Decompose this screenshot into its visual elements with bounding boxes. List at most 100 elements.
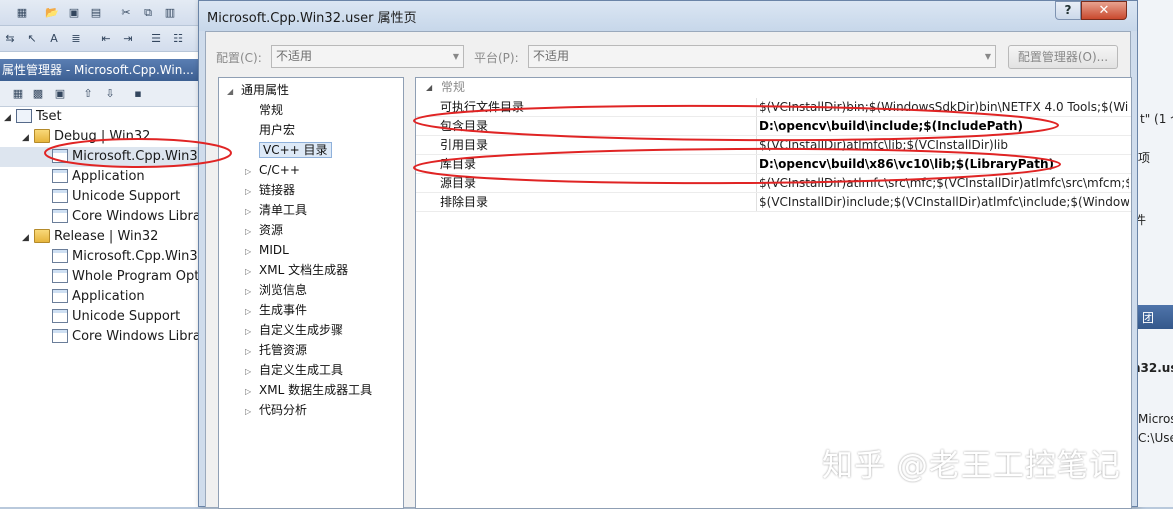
uncomment-icon[interactable]: ☷	[170, 31, 186, 47]
cut-icon[interactable]: ✂	[118, 5, 134, 21]
tree-item[interactable]: Application	[0, 287, 205, 307]
add-existing-sheet-icon[interactable]: ▩	[30, 86, 46, 102]
tree-item[interactable]: ◢ Release | Win32	[0, 227, 205, 247]
tree-item[interactable]: Unicode Support	[0, 307, 205, 327]
nav-item[interactable]: ▷ 代码分析	[245, 400, 307, 420]
nav-item[interactable]: ▷ 清单工具	[245, 200, 307, 220]
nav-item[interactable]: ▷ XML 文档生成器	[245, 260, 348, 280]
property-value[interactable]: D:\opencv\build\x86\vc10\lib;$(LibraryPa…	[759, 155, 1129, 173]
property-row[interactable]: 库目录 D:\opencv\build\x86\vc10\lib;$(Librar…	[416, 155, 1131, 174]
nav-item[interactable]: 用户宏	[245, 120, 295, 140]
collapsed-triangle-icon[interactable]: ▷	[245, 282, 259, 302]
background-tab[interactable]: 团	[1138, 305, 1173, 329]
platform-select[interactable]: 不适用 ▼	[528, 45, 996, 68]
outdent-icon[interactable]: ⇥	[120, 31, 136, 47]
format-icon[interactable]: ⇆	[2, 31, 18, 47]
collapsed-triangle-icon[interactable]: ▷	[245, 222, 259, 242]
tree-item[interactable]: ◢ Debug | Win32	[0, 127, 205, 147]
tree-item[interactable]: Core Windows Librar	[0, 327, 205, 347]
collapsed-triangle-icon[interactable]: ▷	[245, 262, 259, 282]
property-row[interactable]: 可执行文件目录 $(VCInstallDir)bin;$(WindowsSdkDi…	[416, 98, 1131, 117]
collapsed-triangle-icon[interactable]: ▷	[245, 182, 259, 202]
tree-item[interactable]: Core Windows Librar	[0, 207, 205, 227]
property-sheet-icon	[52, 308, 68, 323]
nav-item[interactable]: ▷ 托管资源	[245, 340, 307, 360]
property-value[interactable]: $(VCInstallDir)atlmfc\src\mfc;$(VCInstal…	[759, 174, 1129, 192]
collapsed-triangle-icon[interactable]: ▷	[245, 202, 259, 222]
background-text: n32.use	[1138, 361, 1173, 375]
property-name: 库目录	[440, 155, 757, 173]
new-item-icon[interactable]: ▦	[14, 5, 30, 21]
property-sheet-icon	[52, 188, 68, 203]
copy-icon[interactable]: ⧉	[140, 5, 156, 21]
project-icon	[16, 108, 32, 123]
tree-item[interactable]: Microsoft.Cpp.Win32.	[0, 147, 205, 167]
nav-item[interactable]: ▷ C/C++	[245, 160, 300, 180]
property-row[interactable]: 引用目录 $(VCInstallDir)atlmfc\lib;$(VCInstal…	[416, 136, 1131, 155]
list-icon[interactable]: ≣	[68, 31, 84, 47]
add-sheet-icon[interactable]: ▣	[52, 86, 68, 102]
configuration-select[interactable]: 不适用 ▼	[271, 45, 464, 68]
tree-item[interactable]: Microsoft.Cpp.Win32.	[0, 247, 205, 267]
background-text: C:\Use	[1138, 431, 1173, 445]
save-icon[interactable]: ▣	[66, 5, 82, 21]
collapsed-triangle-icon[interactable]: ▷	[245, 322, 259, 342]
property-value[interactable]: D:\opencv\build\include;$(IncludePath)	[759, 117, 1129, 135]
move-up-icon[interactable]: ⇧	[80, 86, 96, 102]
font-icon[interactable]: A	[46, 31, 62, 47]
property-row[interactable]: 排除目录 $(VCInstallDir)include;$(VCInstallDi…	[416, 193, 1131, 212]
expanded-triangle-icon[interactable]: ◢	[22, 128, 34, 148]
pointer-icon[interactable]: ↖	[24, 31, 40, 47]
nav-item[interactable]: ▷ 链接器	[245, 180, 295, 200]
collapsed-triangle-icon[interactable]: ▷	[245, 382, 259, 402]
property-value[interactable]: $(VCInstallDir)atlmfc\lib;$(VCInstallDir…	[759, 136, 1129, 154]
collapsed-triangle-icon[interactable]: ▷	[245, 242, 259, 262]
tree-item[interactable]: Whole Program Optir	[0, 267, 205, 287]
tree-item-label: Core Windows Librar	[72, 209, 205, 224]
paste-icon[interactable]: ▥	[162, 5, 178, 21]
tree-item[interactable]: ◢ Tset	[0, 107, 205, 127]
indent-icon[interactable]: ⇤	[98, 31, 114, 47]
property-value[interactable]: $(VCInstallDir)bin;$(WindowsSdkDir)bin\N…	[759, 98, 1129, 116]
nav-item[interactable]: 常规	[245, 100, 283, 120]
save-sheet-icon[interactable]: ▪	[130, 86, 146, 102]
move-down-icon[interactable]: ⇩	[102, 86, 118, 102]
tree-item[interactable]: Application	[0, 167, 205, 187]
open-folder-icon[interactable]: 📂	[44, 5, 60, 21]
dialog-titlebar[interactable]: Microsoft.Cpp.Win32.user 属性页 ? ✕	[199, 1, 1137, 31]
property-value[interactable]: $(VCInstallDir)include;$(VCInstallDir)at…	[759, 193, 1129, 211]
nav-item[interactable]: ▷ 浏览信息	[245, 280, 307, 300]
dialog-body: 配置(C): 不适用 ▼ 平台(P): 不适用 ▼ 配置管理器(O)... ◢ 通…	[205, 31, 1132, 509]
platform-value: 不适用	[533, 49, 570, 63]
collapsed-triangle-icon[interactable]: ▷	[245, 162, 259, 182]
collapsed-triangle-icon[interactable]: ▷	[245, 302, 259, 322]
help-button[interactable]: ?	[1055, 1, 1081, 20]
collapsed-triangle-icon[interactable]: ▷	[245, 402, 259, 422]
expanded-triangle-icon[interactable]: ◢	[4, 108, 16, 128]
property-row[interactable]: 源目录 $(VCInstallDir)atlmfc\src\mfc;$(VCIns…	[416, 174, 1131, 193]
collapsed-triangle-icon[interactable]: ▷	[245, 342, 259, 362]
nav-item[interactable]: ▷ 生成事件	[245, 300, 307, 320]
collapsed-triangle-icon[interactable]: ▷	[245, 362, 259, 382]
save-all-icon[interactable]: ▤	[88, 5, 104, 21]
nav-item[interactable]: ▷ 自定义生成工具	[245, 360, 343, 380]
nav-item-label: 托管资源	[259, 343, 308, 357]
tree-item[interactable]: Unicode Support	[0, 187, 205, 207]
nav-item[interactable]: ▷ MIDL	[245, 240, 289, 260]
close-button[interactable]: ✕	[1081, 1, 1127, 20]
nav-item[interactable]: VC++ 目录	[245, 140, 332, 160]
expanded-triangle-icon[interactable]: ◢	[22, 228, 34, 248]
configuration-manager-button[interactable]: 配置管理器(O)...	[1008, 45, 1118, 69]
folder-icon	[34, 128, 50, 143]
tree-item-label: Debug | Win32	[54, 129, 151, 144]
comment-icon[interactable]: ☰	[148, 31, 164, 47]
grid-category-header[interactable]: ◢ 常规	[416, 78, 1131, 97]
nav-item[interactable]: ▷ XML 数据生成器工具	[245, 380, 372, 400]
property-pages-dialog: Microsoft.Cpp.Win32.user 属性页 ? ✕ 配置(C): …	[198, 0, 1138, 509]
nav-item[interactable]: ▷ 自定义生成步骤	[245, 320, 343, 340]
nav-root-common-properties[interactable]: ◢ 通用属性	[227, 80, 289, 100]
property-row[interactable]: 包含目录 D:\opencv\build\include;$(IncludePat…	[416, 117, 1131, 136]
property-manager-title: 属性管理器 - Microsoft.Cpp.Win...	[0, 59, 205, 81]
add-new-sheet-icon[interactable]: ▦	[10, 86, 26, 102]
nav-item[interactable]: ▷ 资源	[245, 220, 283, 240]
